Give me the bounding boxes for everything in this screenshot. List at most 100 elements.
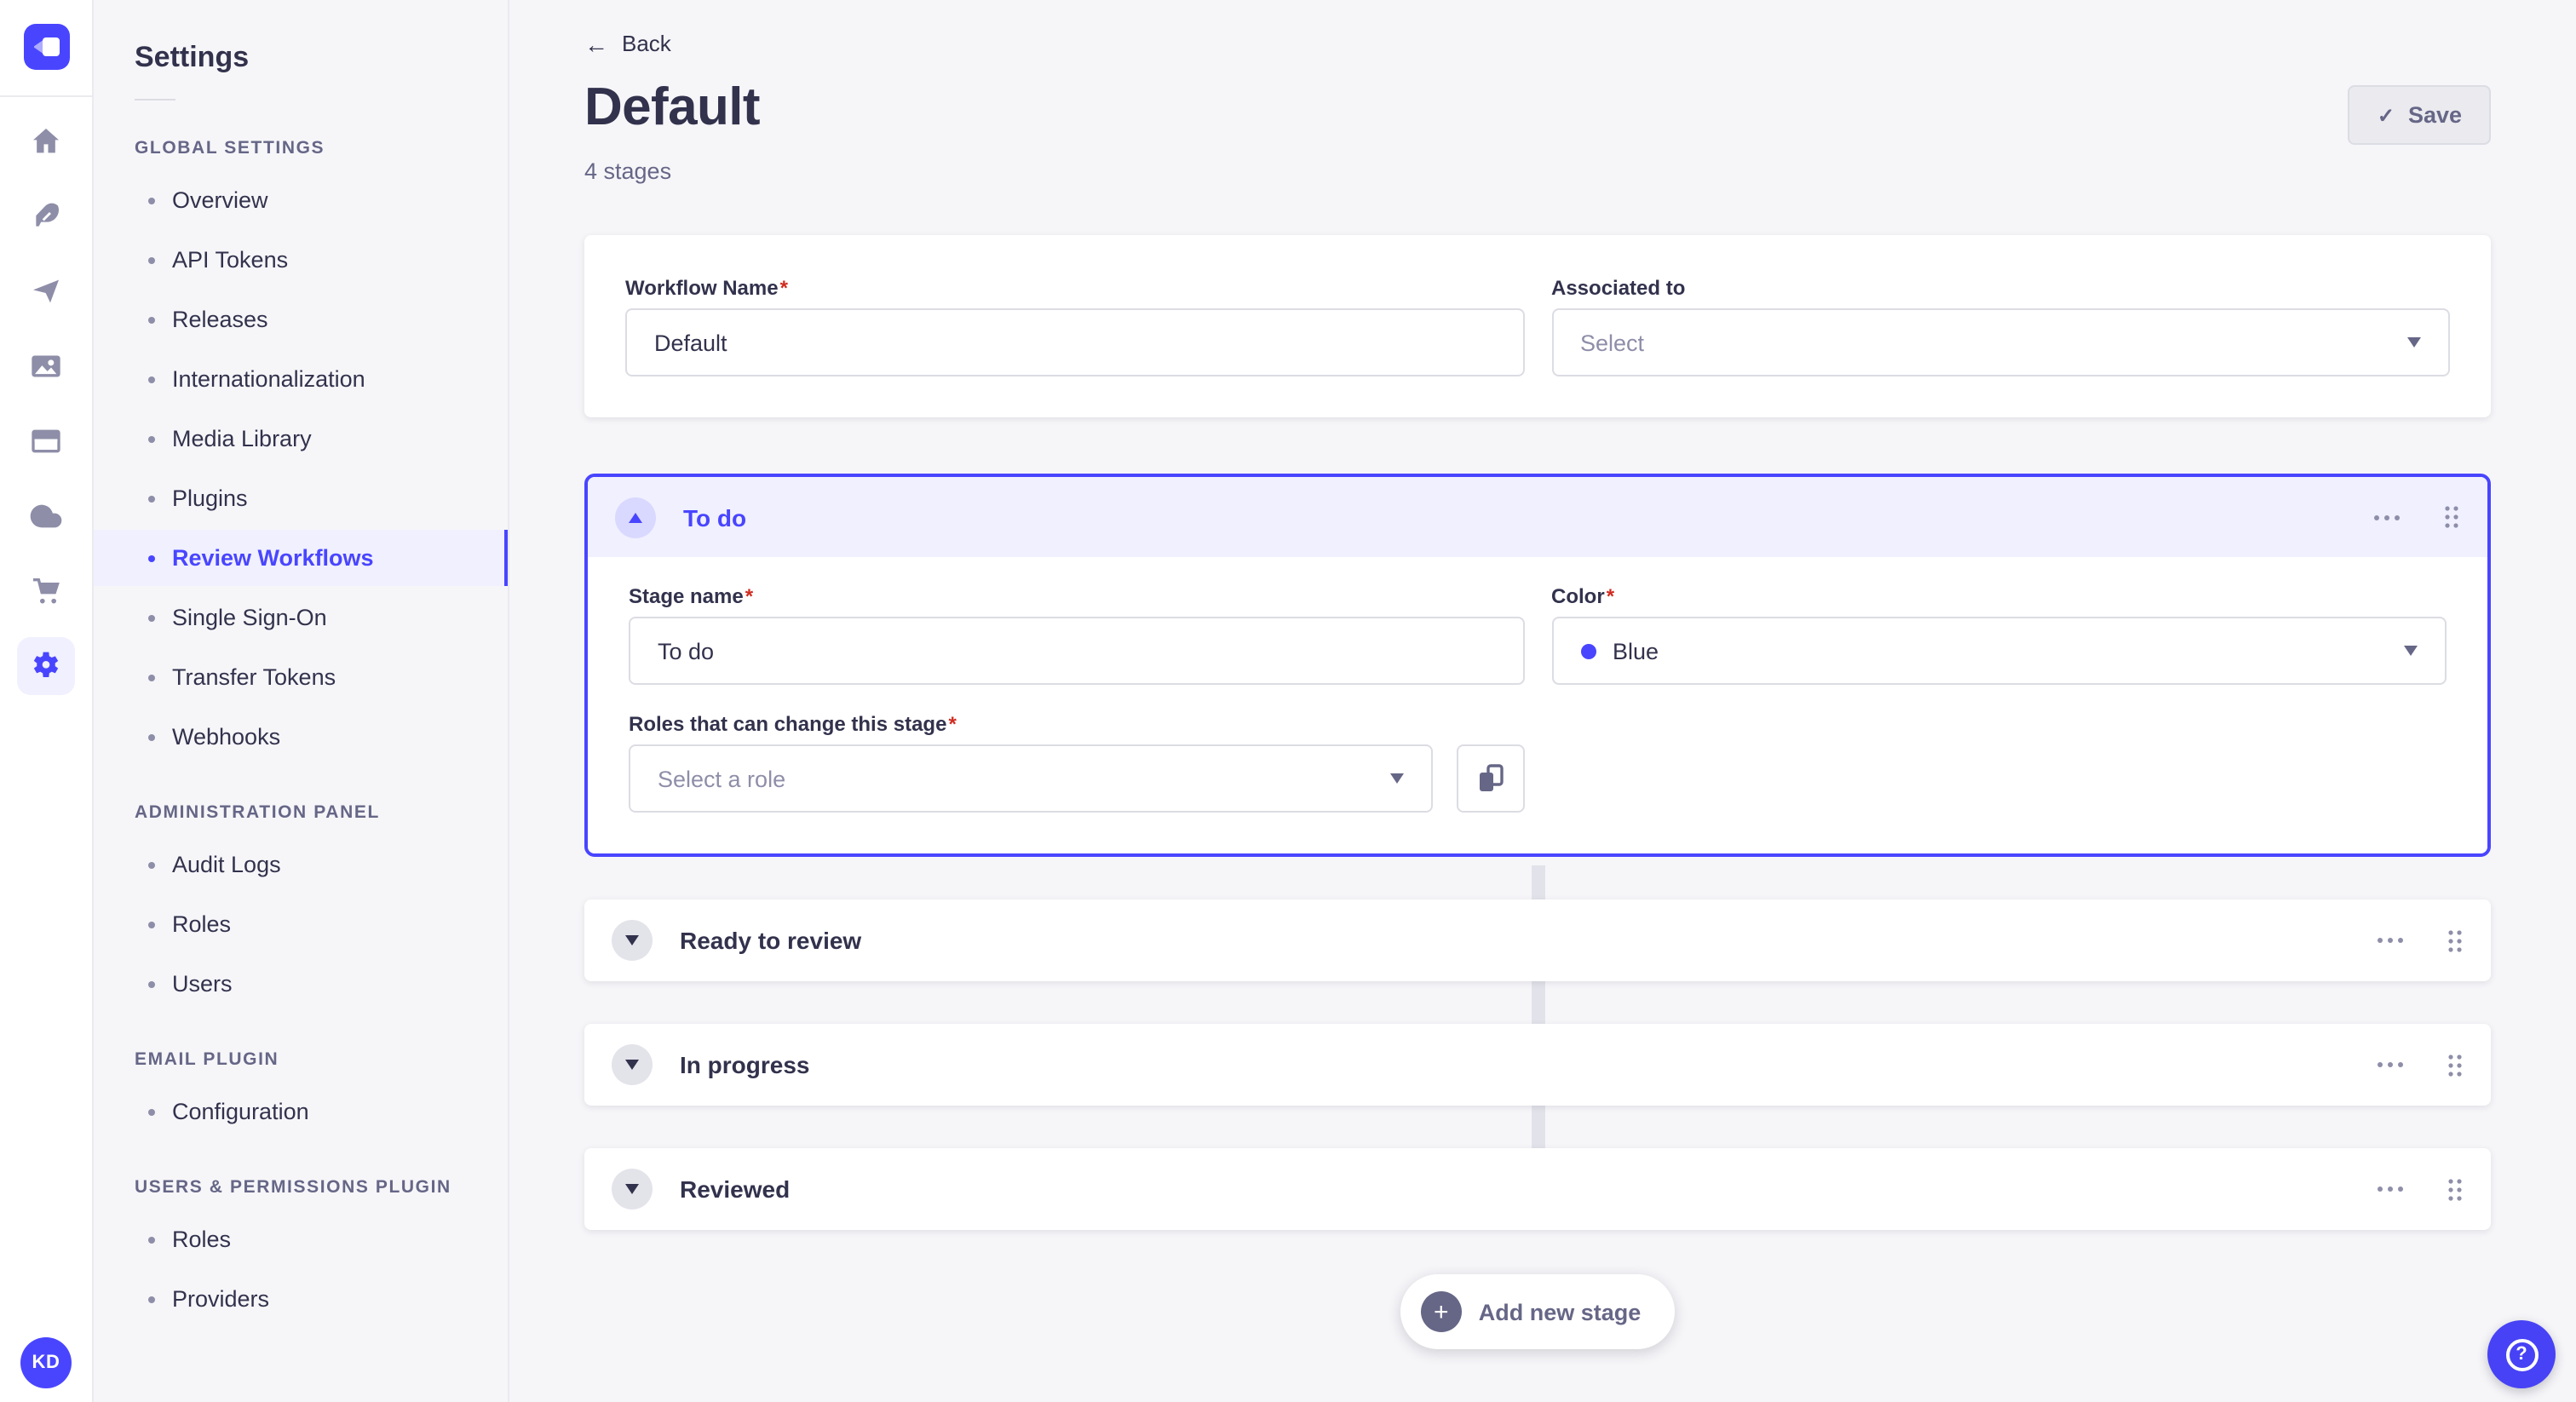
chevron-up-icon <box>629 512 642 522</box>
stage-title: In progress <box>680 1051 810 1078</box>
sidebar-item-label: Users <box>172 971 233 997</box>
sidebar-item-releases[interactable]: Releases <box>94 291 508 348</box>
workflow-name-label: Workflow Name * <box>625 276 788 300</box>
sidebar-item-single-sign-on[interactable]: Single Sign-On <box>94 589 508 646</box>
color-swatch <box>1580 643 1596 658</box>
stage-count: 4 stages <box>584 158 672 184</box>
cloud-icon[interactable] <box>0 479 93 554</box>
cart-icon[interactable] <box>0 554 93 629</box>
sidebar-item-label: Roles <box>172 1227 232 1252</box>
color-select[interactable]: Blue <box>1551 617 2447 685</box>
send-icon[interactable] <box>0 254 93 329</box>
chevron-down-icon <box>625 1060 639 1070</box>
sidebar-item-webhooks[interactable]: Webhooks <box>94 709 508 765</box>
app-window: KD Settings Global Settings Overview API T… <box>0 0 2576 1402</box>
stage-name-input[interactable] <box>629 617 1524 685</box>
sidebar-item-label: Single Sign-On <box>172 605 327 630</box>
sidebar-item-label: Transfer Tokens <box>172 664 336 690</box>
main-content: ← Back Default ✓ Save 4 stages Workflow … <box>509 0 2576 1402</box>
back-link[interactable]: ← Back <box>584 31 671 56</box>
collapse-stage-button[interactable] <box>615 497 656 537</box>
more-options-icon[interactable] <box>2375 935 2406 945</box>
bullet-icon <box>148 1108 155 1115</box>
duplicate-icon <box>1479 764 1503 791</box>
save-button[interactable]: ✓ Save <box>2348 85 2491 145</box>
nav-section-label: Users & Permissions Plugin <box>135 1177 451 1198</box>
sidebar-item-plugins[interactable]: Plugins <box>94 470 508 526</box>
stage-name-label: Stage name * <box>629 584 754 608</box>
stage-header[interactable]: To do <box>588 477 2487 557</box>
stage-row-reviewed[interactable]: Reviewed <box>584 1148 2491 1230</box>
bullet-icon <box>148 861 155 868</box>
bullet-icon <box>148 256 155 263</box>
drag-handle-icon[interactable] <box>2447 1176 2464 1202</box>
bullet-icon <box>148 376 155 382</box>
media-library-icon[interactable] <box>0 329 93 404</box>
bullet-icon <box>148 316 155 323</box>
required-asterisk: * <box>745 584 754 608</box>
sidebar-item-label: Internationalization <box>172 366 365 392</box>
sidebar-item-internationalization[interactable]: Internationalization <box>94 351 508 407</box>
more-options-icon[interactable] <box>2372 512 2402 522</box>
sidebar-item-label: Plugins <box>172 486 248 511</box>
stage-row-in-progress[interactable]: In progress <box>584 1024 2491 1106</box>
sidebar-item-audit-logs[interactable]: Audit Logs <box>94 836 508 893</box>
page-title: Default <box>584 77 761 136</box>
sidebar-item-overview[interactable]: Overview <box>94 172 508 228</box>
sidebar-item-providers[interactable]: Providers <box>94 1271 508 1327</box>
drag-handle-icon[interactable] <box>2443 504 2460 530</box>
settings-gear-icon[interactable] <box>0 629 93 704</box>
sidebar-item-media-library[interactable]: Media Library <box>94 411 508 467</box>
bullet-icon <box>148 554 155 561</box>
help-button[interactable]: ? <box>2487 1320 2556 1388</box>
feather-icon[interactable] <box>0 179 93 254</box>
more-options-icon[interactable] <box>2375 1184 2406 1194</box>
roles-select[interactable]: Select a role <box>629 744 1432 813</box>
back-label: Back <box>622 31 671 56</box>
sidebar-item-label: Releases <box>172 307 268 332</box>
required-asterisk: * <box>779 276 788 300</box>
sidebar-item-transfer-tokens[interactable]: Transfer Tokens <box>94 649 508 705</box>
settings-nav-sections: Global Settings Overview API Tokens Release… <box>94 138 508 1327</box>
user-avatar[interactable]: KD <box>20 1337 72 1388</box>
chevron-down-icon <box>625 1184 639 1194</box>
bullet-icon <box>148 197 155 204</box>
expand-stage-button[interactable] <box>612 920 653 961</box>
chevron-down-icon <box>1389 773 1403 784</box>
stage-row-ready-to-review[interactable]: Ready to review <box>584 899 2491 981</box>
chevron-down-icon <box>2404 646 2418 656</box>
color-label: Color * <box>1551 584 1615 608</box>
sidebar-item-label: Configuration <box>172 1099 309 1124</box>
sidebar-item-review-workflows[interactable]: Review Workflows <box>94 530 508 586</box>
bullet-icon <box>148 921 155 928</box>
sidebar-title: Settings <box>135 41 250 73</box>
sidebar-item-api-tokens[interactable]: API Tokens <box>94 232 508 288</box>
drag-handle-icon[interactable] <box>2447 928 2464 953</box>
sidebar-item-users[interactable]: Users <box>94 956 508 1012</box>
sidebar-item-roles[interactable]: Roles <box>94 896 508 952</box>
icon-rail: KD <box>0 0 94 1402</box>
layout-icon[interactable] <box>0 404 93 479</box>
nav-section-label: Global Settings <box>135 138 325 158</box>
expand-stage-button[interactable] <box>612 1169 653 1210</box>
home-icon[interactable] <box>0 104 93 179</box>
sidebar-item-roles[interactable]: Roles <box>94 1211 508 1267</box>
settings-sidebar: Settings Global Settings Overview API Toke… <box>94 0 509 1402</box>
bullet-icon <box>148 495 155 502</box>
required-asterisk: * <box>948 712 957 736</box>
add-new-stage-button[interactable]: + Add new stage <box>1400 1274 1676 1349</box>
expand-stage-button[interactable] <box>612 1044 653 1085</box>
back-arrow-icon: ← <box>584 30 608 57</box>
associated-to-select[interactable]: Select <box>1551 308 2450 376</box>
drag-handle-icon[interactable] <box>2447 1052 2464 1077</box>
sidebar-item-configuration[interactable]: Configuration <box>94 1083 508 1140</box>
more-options-icon[interactable] <box>2375 1060 2406 1070</box>
nav-section-label: Email Plugin <box>135 1049 279 1070</box>
sidebar-item-label: API Tokens <box>172 247 289 273</box>
strapi-logo-icon[interactable] <box>23 24 69 70</box>
bullet-icon <box>148 674 155 681</box>
stage-row-to-do: To do Stage name* Color* Blue <box>584 474 2491 857</box>
workflow-name-input[interactable] <box>625 308 1524 376</box>
duplicate-stage-button[interactable] <box>1456 744 1524 813</box>
workflow-form-card: Workflow Name* Associated to Select <box>584 235 2491 417</box>
